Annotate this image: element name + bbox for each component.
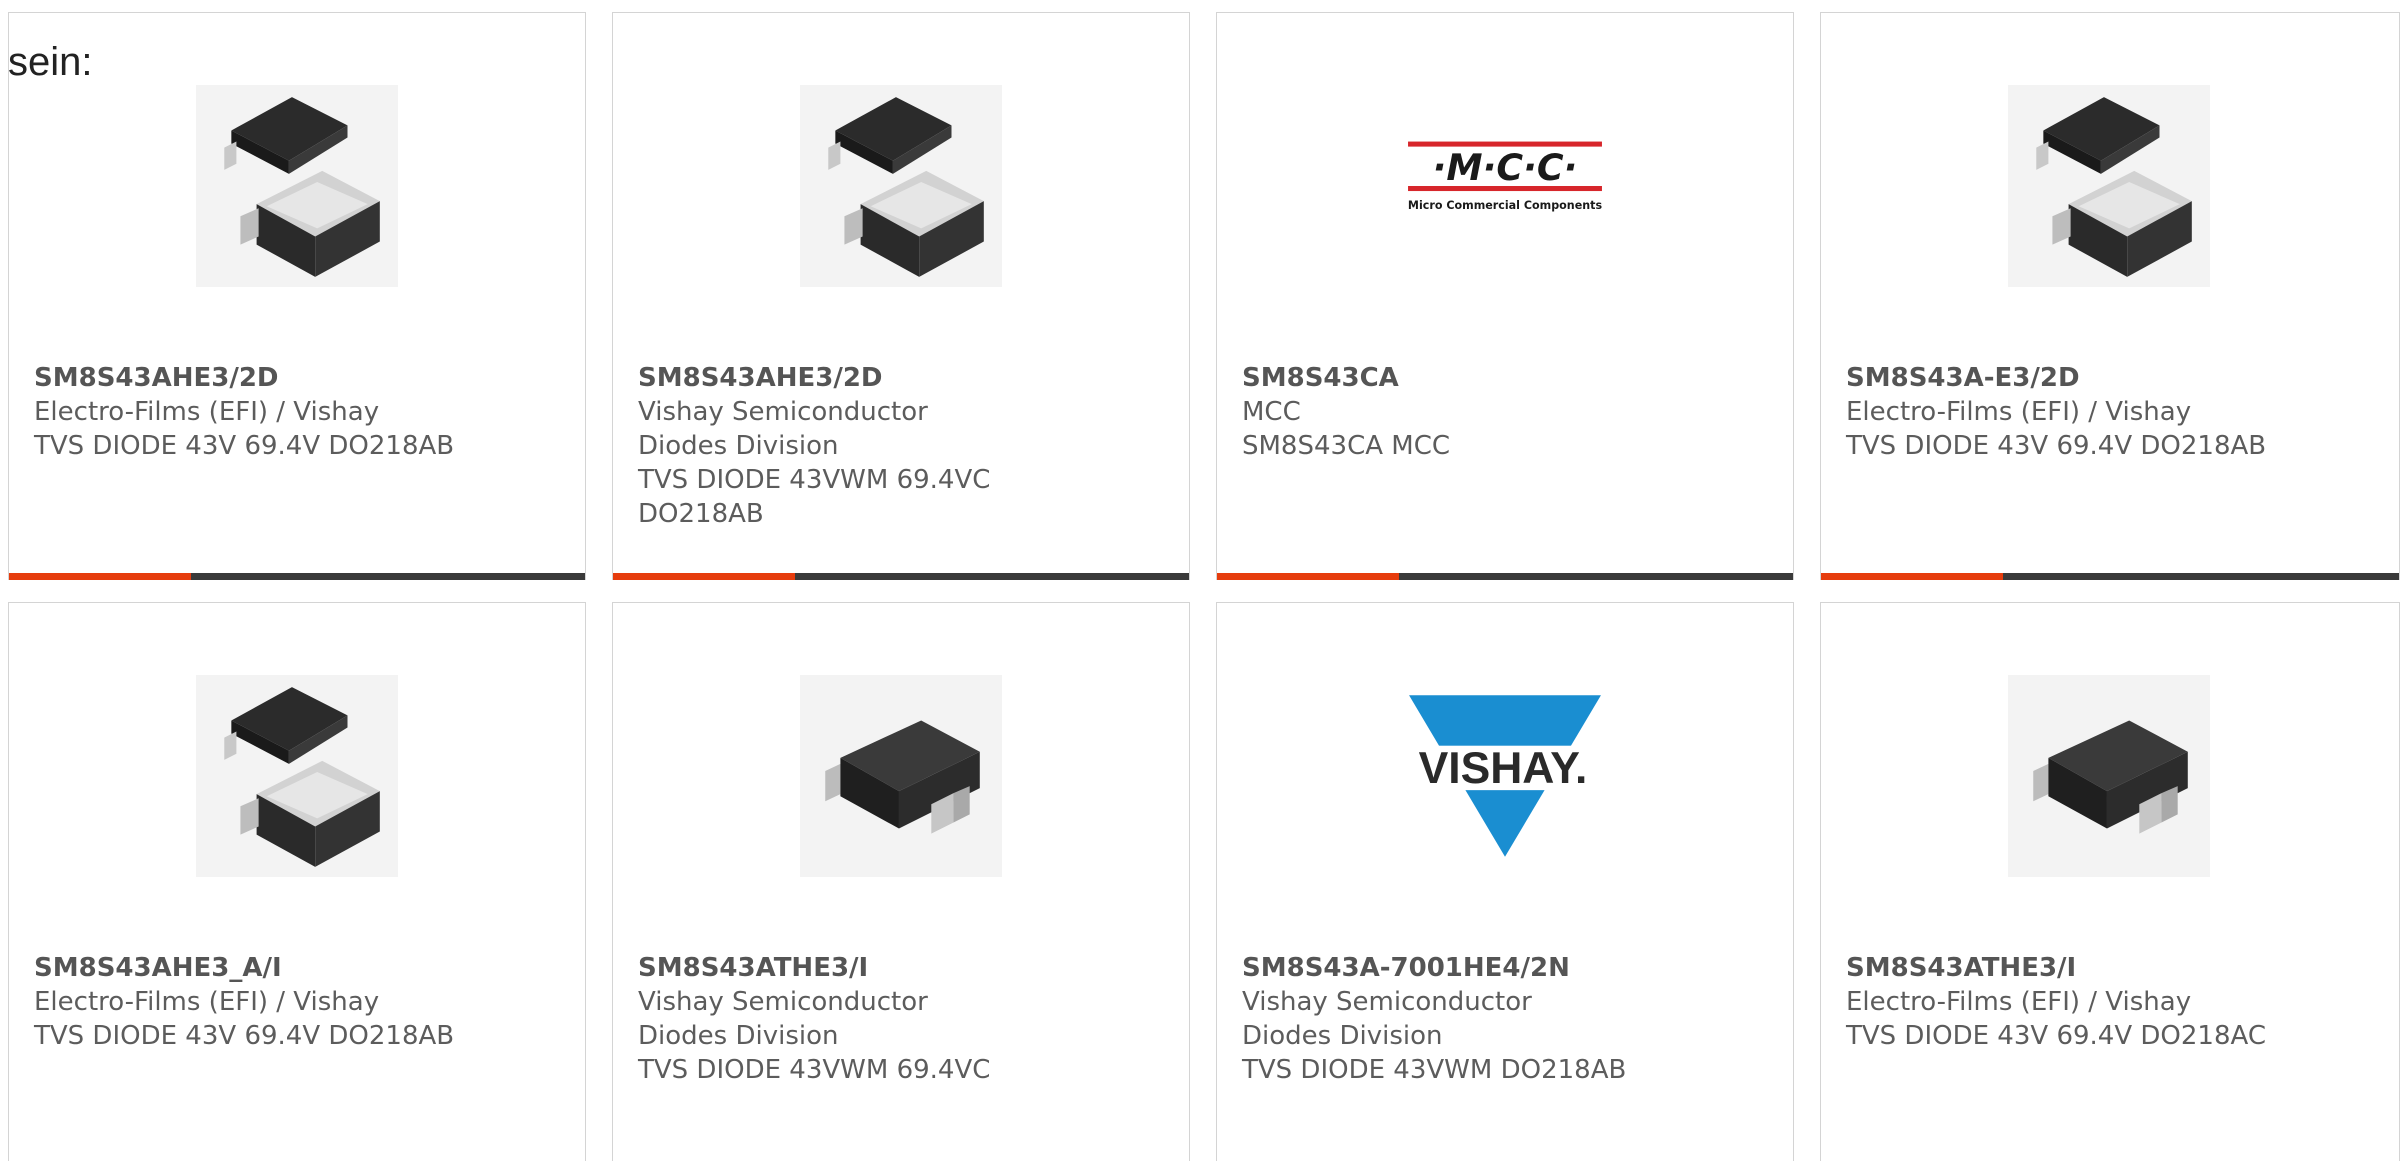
svg-text:·M·C·C·: ·M·C·C· — [1433, 146, 1578, 189]
diode-do218ac-icon — [2008, 675, 2210, 877]
part-number[interactable]: SM8S43CA — [1242, 361, 1762, 395]
product-description: SM8S43CA MCC — [1242, 431, 1451, 461]
product-card[interactable]: SM8S43ATHE3/I Electro-Films (EFI) / Vish… — [1820, 602, 2400, 1161]
product-grid-page: sein: SM8S43AHE3/2D Electro-Films (EFI) … — [0, 0, 2400, 1161]
card-bottom-bar — [1217, 573, 1793, 580]
manufacturer-name: Vishay Semiconductor Diodes Division — [638, 397, 928, 461]
product-card[interactable]: SM8S43A-E3/2D Electro-Films (EFI) / Vish… — [1820, 12, 2400, 580]
product-card[interactable]: SM8S43AHE3/2D Electro-Films (EFI) / Vish… — [8, 12, 586, 580]
product-card[interactable]: SM8S43AHE3_A/I Electro-Films (EFI) / Vis… — [8, 602, 586, 1161]
card-bottom-bar — [1821, 573, 2399, 580]
diode-do218ab-pair-icon — [196, 675, 398, 877]
part-number[interactable]: SM8S43AHE3/2D — [638, 361, 1158, 395]
manufacturer-name: MCC — [1242, 397, 1301, 427]
part-number[interactable]: SM8S43AHE3/2D — [34, 361, 554, 395]
diode-do218ac-icon — [800, 675, 1002, 877]
product-description: TVS DIODE 43V 69.4V DO218AB — [34, 431, 455, 461]
diode-do218ab-pair-icon — [800, 85, 1002, 287]
diode-do218ab-pair-icon — [2008, 85, 2210, 287]
part-number[interactable]: SM8S43A-7001HE4/2N — [1242, 951, 1762, 985]
part-number[interactable]: SM8S43AHE3_A/I — [34, 951, 554, 985]
intro-text: sein: — [8, 40, 93, 84]
product-description: TVS DIODE 43VWM 69.4VC DO218AB — [638, 465, 991, 529]
manufacturer-name: Vishay Semiconductor Diodes Division — [1242, 987, 1532, 1051]
manufacturer-name: Electro-Films (EFI) / Vishay — [34, 987, 380, 1017]
card-accent-bar — [1217, 573, 1399, 580]
card-bottom-bar — [9, 573, 585, 580]
manufacturer-name: Electro-Films (EFI) / Vishay — [34, 397, 380, 427]
svg-text:Micro Commercial Components: Micro Commercial Components — [1408, 199, 1603, 212]
product-description: TVS DIODE 43VWM DO218AB — [1242, 1055, 1627, 1085]
product-description: TVS DIODE 43VWM 69.4VC — [638, 1055, 991, 1085]
card-accent-bar — [613, 573, 795, 580]
product-description: TVS DIODE 43V 69.4V DO218AB — [1846, 431, 2267, 461]
diode-do218ab-pair-icon — [196, 85, 398, 287]
manufacturer-name: Vishay Semiconductor Diodes Division — [638, 987, 928, 1051]
product-card[interactable]: VISHAY. SM8S43A-7001HE4/2N Vishay Semico… — [1216, 602, 1794, 1161]
card-bottom-bar — [613, 573, 1189, 580]
product-description: TVS DIODE 43V 69.4V DO218AC — [1846, 1021, 2266, 1051]
product-card[interactable]: SM8S43AHE3/2D Vishay Semiconductor Diode… — [612, 12, 1190, 580]
product-description: TVS DIODE 43V 69.4V DO218AB — [34, 1021, 455, 1051]
product-card[interactable]: SM8S43ATHE3/I Vishay Semiconductor Diode… — [612, 602, 1190, 1161]
part-number[interactable]: SM8S43A-E3/2D — [1846, 361, 2366, 395]
part-number[interactable]: SM8S43ATHE3/I — [638, 951, 1158, 985]
manufacturer-name: Electro-Films (EFI) / Vishay — [1846, 987, 2192, 1017]
product-card[interactable]: ·M·C·C· Micro Commercial Components SM8S… — [1216, 12, 1794, 580]
part-number[interactable]: SM8S43ATHE3/I — [1846, 951, 2366, 985]
svg-text:VISHAY.: VISHAY. — [1419, 744, 1588, 793]
vishay-logo: VISHAY. — [1404, 675, 1606, 877]
manufacturer-name: Electro-Films (EFI) / Vishay — [1846, 397, 2192, 427]
mcc-logo: ·M·C·C· Micro Commercial Components — [1404, 85, 1606, 287]
card-accent-bar — [9, 573, 191, 580]
card-accent-bar — [1821, 573, 2003, 580]
